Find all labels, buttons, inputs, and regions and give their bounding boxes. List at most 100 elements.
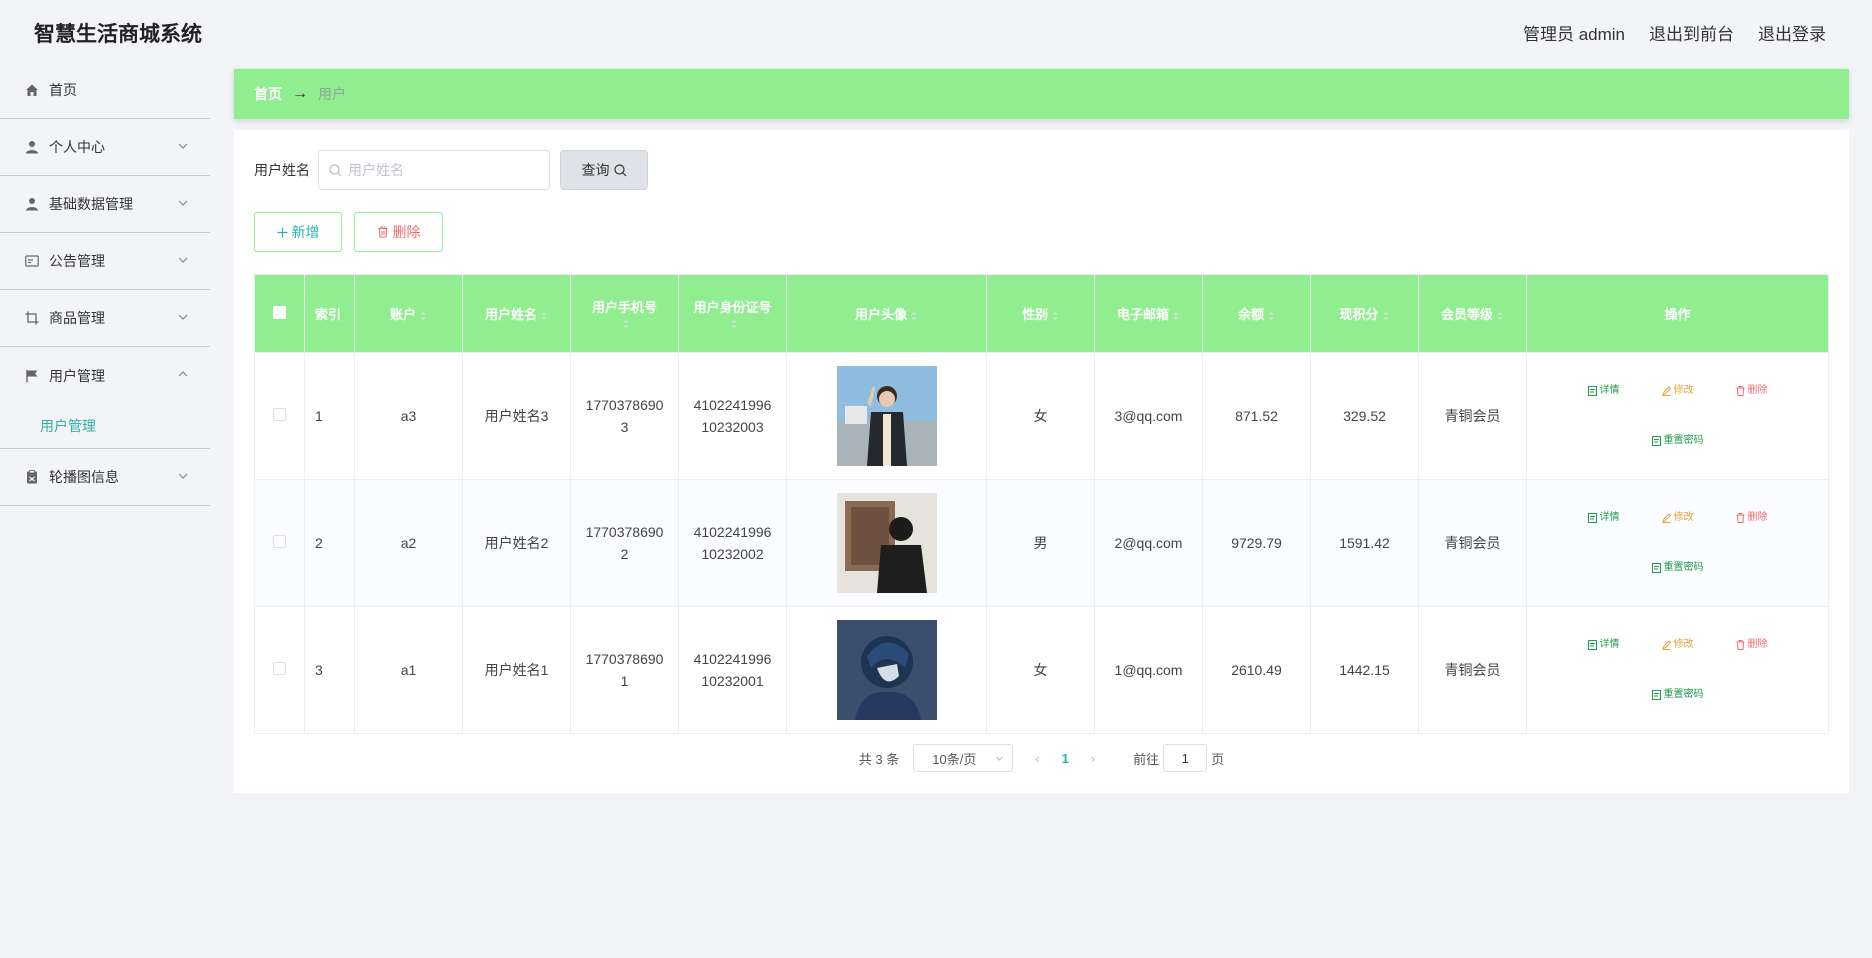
document-icon xyxy=(1587,640,1597,650)
reset-password-button[interactable]: 重置密码 xyxy=(1646,553,1710,583)
cell-balance: 2610.49 xyxy=(1202,606,1311,734)
header-label: 用户姓名 xyxy=(484,307,537,322)
document-icon xyxy=(1651,563,1661,573)
header-name[interactable]: 用户姓名 xyxy=(462,274,571,353)
sort-icon xyxy=(1173,311,1179,321)
avatar-image[interactable] xyxy=(836,366,937,466)
logout-link[interactable]: 退出登录 xyxy=(1758,20,1826,45)
header-ops: 操作 xyxy=(1526,274,1829,353)
cell-email: 1@qq.com xyxy=(1094,606,1203,734)
header-points[interactable]: 现积分 xyxy=(1310,274,1419,353)
sort-icon xyxy=(420,311,426,321)
user-icon xyxy=(24,196,40,212)
page-size-select[interactable]: 10条/页 xyxy=(913,744,1014,772)
breadcrumb-current: 用户 xyxy=(318,86,346,102)
header-label: 会员等级 xyxy=(1440,307,1493,322)
cell-level: 青铜会员 xyxy=(1418,606,1527,734)
chevron-down-icon xyxy=(996,756,1004,761)
edit-button[interactable]: 修改 xyxy=(1656,376,1700,406)
cell-level: 青铜会员 xyxy=(1418,479,1527,607)
edit-button[interactable]: 修改 xyxy=(1656,630,1700,660)
table-row: 2 a2 用户姓名2 1770378690 2 4102241996 1023200… xyxy=(254,479,1829,607)
avatar-image[interactable] xyxy=(836,493,937,593)
sidebar-item-user-mgmt[interactable]: 用户管理 xyxy=(0,347,210,404)
main-content: 用户姓名 查询 新增 删除 索引 账 xyxy=(234,130,1849,793)
delete-button[interactable]: 删除 xyxy=(1730,376,1774,406)
reset-password-button[interactable]: 重置密码 xyxy=(1646,680,1710,710)
batch-delete-button[interactable]: 删除 xyxy=(354,212,443,252)
cell-level: 青铜会员 xyxy=(1418,352,1527,480)
header-level[interactable]: 会员等级 xyxy=(1418,274,1527,353)
prev-page-button[interactable]: ‹ xyxy=(1035,751,1039,766)
row-checkbox[interactable] xyxy=(273,535,286,548)
detail-button[interactable]: 详情 xyxy=(1582,503,1626,533)
cell-idcard: 4102241996 10232003 xyxy=(678,352,787,480)
idcard-part: 4102241996 xyxy=(693,651,772,667)
edit-button[interactable]: 修改 xyxy=(1656,503,1700,533)
select-all-checkbox[interactable] xyxy=(273,305,286,319)
idcard-part: 10232003 xyxy=(701,419,764,435)
header-balance[interactable]: 余额 xyxy=(1202,274,1311,353)
header-label: 余额 xyxy=(1237,307,1264,322)
goto-prefix: 前往 xyxy=(1133,751,1160,767)
sidebar-item-label: 轮播图信息 xyxy=(49,469,119,485)
avatar-image[interactable] xyxy=(836,620,937,720)
breadcrumb-home[interactable]: 首页 xyxy=(254,84,282,104)
header-actions: 管理员 admin 退出到前台 退出登录 xyxy=(1523,20,1826,45)
goto-page-input[interactable] xyxy=(1163,744,1208,772)
sidebar-item-label: 公告管理 xyxy=(49,253,105,269)
edit-label: 修改 xyxy=(1673,385,1694,396)
row-select-cell xyxy=(254,479,305,607)
sidebar-item-notice[interactable]: 公告管理 xyxy=(0,233,210,290)
cell-index: 3 xyxy=(304,606,355,734)
cell-avatar xyxy=(786,352,987,480)
chevron-down-icon xyxy=(178,314,188,320)
header-avatar[interactable]: 用户头像 xyxy=(786,274,987,353)
header-label: 用户头像 xyxy=(854,307,907,322)
search-label: 用户姓名 xyxy=(254,162,310,178)
search-input[interactable] xyxy=(348,162,538,178)
sidebar-item-base-data[interactable]: 基础数据管理 xyxy=(0,176,210,233)
row-select-cell xyxy=(254,352,305,480)
next-page-button[interactable]: › xyxy=(1091,751,1095,766)
header-account[interactable]: 账户 xyxy=(354,274,463,353)
row-checkbox[interactable] xyxy=(273,408,286,421)
detail-button[interactable]: 详情 xyxy=(1582,630,1626,660)
header-idcard[interactable]: 用户身份证号 xyxy=(678,274,787,353)
cell-idcard: 4102241996 10232001 xyxy=(678,606,787,734)
reset-password-button[interactable]: 重置密码 xyxy=(1646,426,1710,456)
search-icon xyxy=(613,163,626,176)
document-icon xyxy=(1587,513,1597,523)
query-button[interactable]: 查询 xyxy=(560,150,648,190)
edit-label: 修改 xyxy=(1673,639,1694,650)
chevron-down-icon xyxy=(178,200,188,206)
sidebar-item-goods[interactable]: 商品管理 xyxy=(0,290,210,347)
idcard-part: 10232001 xyxy=(701,673,764,689)
document-icon xyxy=(1587,386,1597,396)
add-button-label: 新增 xyxy=(291,224,320,240)
pencil-icon xyxy=(1661,386,1671,396)
admin-label[interactable]: 管理员 admin xyxy=(1523,20,1625,45)
pagination-total: 共 3 条 xyxy=(858,751,900,767)
crop-icon xyxy=(24,310,40,326)
add-button[interactable]: 新增 xyxy=(254,212,342,252)
header-gender[interactable]: 性别 xyxy=(986,274,1095,353)
delete-button[interactable]: 删除 xyxy=(1730,630,1774,660)
delete-button[interactable]: 删除 xyxy=(1730,503,1774,533)
phone-part: 1770378690 xyxy=(585,524,664,540)
sidebar-item-home[interactable]: 首页 xyxy=(0,62,210,119)
phone-part: 1 xyxy=(620,673,629,689)
header-phone[interactable]: 用户手机号 xyxy=(570,274,679,353)
document-icon xyxy=(1651,690,1661,700)
detail-button[interactable]: 详情 xyxy=(1582,376,1626,406)
sidebar-item-carousel[interactable]: 轮播图信息 xyxy=(0,449,210,506)
sort-icon xyxy=(1497,311,1503,321)
exit-to-front-link[interactable]: 退出到前台 xyxy=(1649,20,1734,45)
row-checkbox[interactable] xyxy=(273,662,286,675)
sidebar-subitem-user-mgmt[interactable]: 用户管理 xyxy=(0,404,210,449)
cell-phone: 1770378690 3 xyxy=(570,352,679,480)
page-number[interactable]: 1 xyxy=(1062,751,1069,766)
sidebar-item-personal-center[interactable]: 个人中心 xyxy=(0,119,210,176)
header-email[interactable]: 电子邮箱 xyxy=(1094,274,1203,353)
clipboard-icon xyxy=(24,469,40,485)
